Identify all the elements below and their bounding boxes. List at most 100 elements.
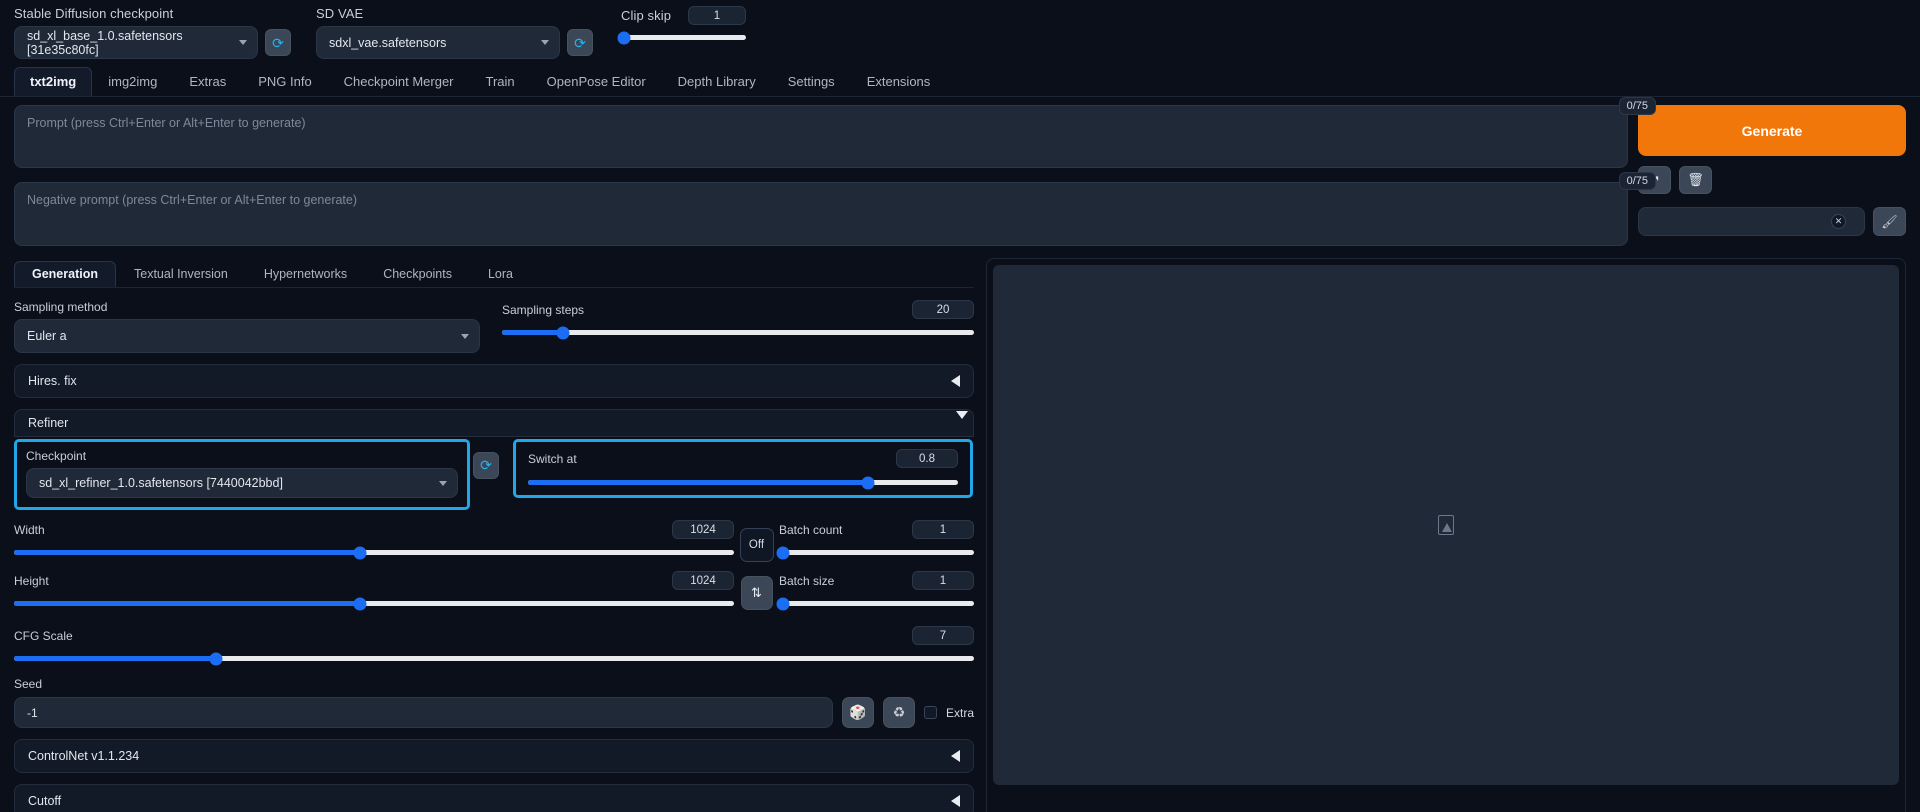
dimensions-left: Width 1024 Height 1024 [14, 520, 734, 610]
output-pane [986, 258, 1906, 812]
cutoff-accordion[interactable]: Cutoff [14, 784, 974, 812]
vae-select[interactable]: sdxl_vae.safetensors [316, 26, 560, 59]
sampling-method-select[interactable]: Euler a [14, 319, 480, 353]
dimension-tools: Off ⇅ [734, 520, 779, 610]
clear-x-icon[interactable]: ✕ [1831, 214, 1846, 229]
seed-group: Seed -1 🎲 ♻ Extra [14, 677, 974, 728]
tab-img2img[interactable]: img2img [92, 67, 173, 96]
batch-size-value[interactable]: 1 [912, 571, 974, 590]
clip-skip-value[interactable]: 1 [688, 6, 746, 25]
tab-txt2img[interactable]: txt2img [14, 67, 93, 96]
clip-skip-label: Clip skip [621, 8, 672, 23]
sampling-steps-slider[interactable] [502, 326, 974, 339]
sampling-steps-group: Sampling steps 20 [502, 300, 974, 353]
batch-count-group: Batch count 1 [776, 520, 974, 559]
left-settings-pane: Generation Textual Inversion Hypernetwor… [14, 258, 974, 812]
collapse-triangle-icon [951, 375, 960, 387]
positive-prompt-input[interactable]: Prompt (press Ctrl+Enter or Alt+Enter to… [14, 105, 1628, 168]
checkpoint-select[interactable]: sd_xl_base_1.0.safetensors [31e35c80fc] [14, 26, 258, 59]
swap-vertical-icon: ⇅ [751, 585, 762, 600]
refresh-icon: ⟳ [272, 34, 284, 51]
hires-fix-label: Hires. fix [28, 374, 77, 388]
subtab-textual-inversion[interactable]: Textual Inversion [116, 261, 246, 288]
clear-prompt-button[interactable]: 🗑 [1679, 166, 1712, 194]
cutoff-label: Cutoff [28, 794, 62, 808]
vae-refresh-button[interactable]: ⟳ [567, 29, 593, 56]
height-slider[interactable] [14, 597, 734, 610]
subtab-generation[interactable]: Generation [14, 260, 116, 287]
swap-dimensions-button[interactable]: ⇅ [740, 576, 773, 610]
sampling-steps-value[interactable]: 20 [912, 300, 974, 319]
refiner-collapse-triangle-icon[interactable] [956, 411, 968, 419]
seed-input[interactable]: -1 [14, 697, 833, 728]
tab-depth-library[interactable]: Depth Library [662, 67, 772, 96]
refiner-label: Refiner [28, 416, 69, 430]
width-label: Width [14, 522, 45, 537]
sampling-method-group: Sampling method Euler a [14, 300, 480, 353]
tab-extras[interactable]: Extras [173, 67, 242, 96]
switch-at-value[interactable]: 0.8 [896, 449, 958, 468]
negative-token-counter: 0/75 [1618, 172, 1656, 190]
refiner-section: Refiner Checkpoint sd_xl_refiner_1.0.saf… [14, 409, 974, 510]
refresh-icon: ⟳ [480, 457, 492, 473]
subtab-hypernetworks[interactable]: Hypernetworks [246, 261, 365, 288]
checkpoint-group: Stable Diffusion checkpoint sd_xl_base_1… [14, 6, 291, 59]
generation-tab-bar: Generation Textual Inversion Hypernetwor… [14, 258, 974, 288]
batch-size-slider[interactable] [776, 597, 974, 610]
apply-style-button[interactable]: 🖌 [1873, 207, 1906, 236]
main-tab-bar: txt2img img2img Extras PNG Info Checkpoi… [0, 64, 1920, 97]
tab-extensions[interactable]: Extensions [851, 67, 947, 96]
subtab-lora[interactable]: Lora [470, 261, 531, 288]
batch-count-label: Batch count [779, 522, 843, 537]
chevron-down-icon [239, 40, 247, 45]
height-value[interactable]: 1024 [672, 571, 734, 590]
negative-prompt-input[interactable]: Negative prompt (press Ctrl+Enter or Alt… [14, 182, 1628, 246]
random-seed-button[interactable]: 🎲 [841, 697, 874, 728]
batch-count-value[interactable]: 1 [912, 520, 974, 539]
refiner-accordion-header[interactable]: Refiner [14, 409, 974, 437]
controlnet-accordion[interactable]: ControlNet v1.1.234 [14, 739, 974, 773]
tab-train[interactable]: Train [470, 67, 531, 96]
refiner-checkpoint-select[interactable]: sd_xl_refiner_1.0.safetensors [7440042bb… [26, 468, 458, 498]
recycle-icon: ♻ [892, 704, 906, 720]
width-value[interactable]: 1024 [672, 520, 734, 539]
refiner-checkpoint-value: sd_xl_refiner_1.0.safetensors [7440042bb… [39, 476, 283, 490]
controlnet-label: ControlNet v1.1.234 [28, 749, 140, 763]
resize-toggle-button[interactable]: Off [739, 528, 774, 562]
refresh-icon: ⟳ [574, 34, 586, 51]
width-group: Width 1024 [14, 520, 734, 559]
vae-group: SD VAE sdxl_vae.safetensors ⟳ [316, 6, 593, 59]
checkpoint-refresh-button[interactable]: ⟳ [265, 29, 291, 56]
output-image-area[interactable] [993, 265, 1899, 785]
top-bar: Stable Diffusion checkpoint sd_xl_base_1… [0, 0, 1920, 62]
vae-label: SD VAE [316, 6, 364, 21]
refiner-refresh-button[interactable]: ⟳ [473, 451, 499, 479]
collapse-triangle-icon [951, 750, 960, 762]
subtab-checkpoints[interactable]: Checkpoints [365, 261, 470, 288]
sampling-method-value: Euler a [27, 329, 67, 343]
refiner-switch-at-highlight: Switch at 0.8 [513, 439, 973, 498]
sampling-row: Sampling method Euler a Sampling steps 2… [14, 300, 974, 353]
extra-seed-checkbox[interactable] [923, 706, 937, 719]
styles-select[interactable]: ✕ [1638, 207, 1865, 236]
positive-token-counter: 0/75 [1618, 97, 1656, 115]
reuse-seed-button[interactable]: ♻ [882, 697, 915, 728]
hires-fix-accordion[interactable]: Hires. fix [14, 364, 974, 398]
tab-settings[interactable]: Settings [772, 67, 851, 96]
prompt-zone: 0/75 Prompt (press Ctrl+Enter or Alt+Ent… [0, 97, 1920, 246]
clip-skip-slider[interactable] [617, 31, 746, 44]
batch-count-slider[interactable] [776, 546, 974, 559]
switch-at-slider[interactable] [528, 476, 958, 489]
clip-skip-group: Clip skip 1 [617, 6, 746, 44]
width-slider[interactable] [14, 546, 734, 559]
parameters-panel: Sampling method Euler a Sampling steps 2… [14, 288, 974, 812]
tab-checkpoint-merger[interactable]: Checkpoint Merger [328, 67, 470, 96]
cfg-scale-slider[interactable] [14, 652, 974, 665]
prompt-column: 0/75 Prompt (press Ctrl+Enter or Alt+Ent… [14, 97, 1656, 246]
cfg-scale-value[interactable]: 7 [912, 626, 974, 645]
generate-button[interactable]: Generate [1638, 105, 1906, 156]
paintbrush-icon: 🖌 [1881, 213, 1898, 229]
tab-openpose-editor[interactable]: OpenPose Editor [531, 67, 662, 96]
generate-column: Generate ↗ 🗑 ✕ 🖌 [1638, 105, 1906, 246]
tab-png-info[interactable]: PNG Info [242, 67, 327, 96]
